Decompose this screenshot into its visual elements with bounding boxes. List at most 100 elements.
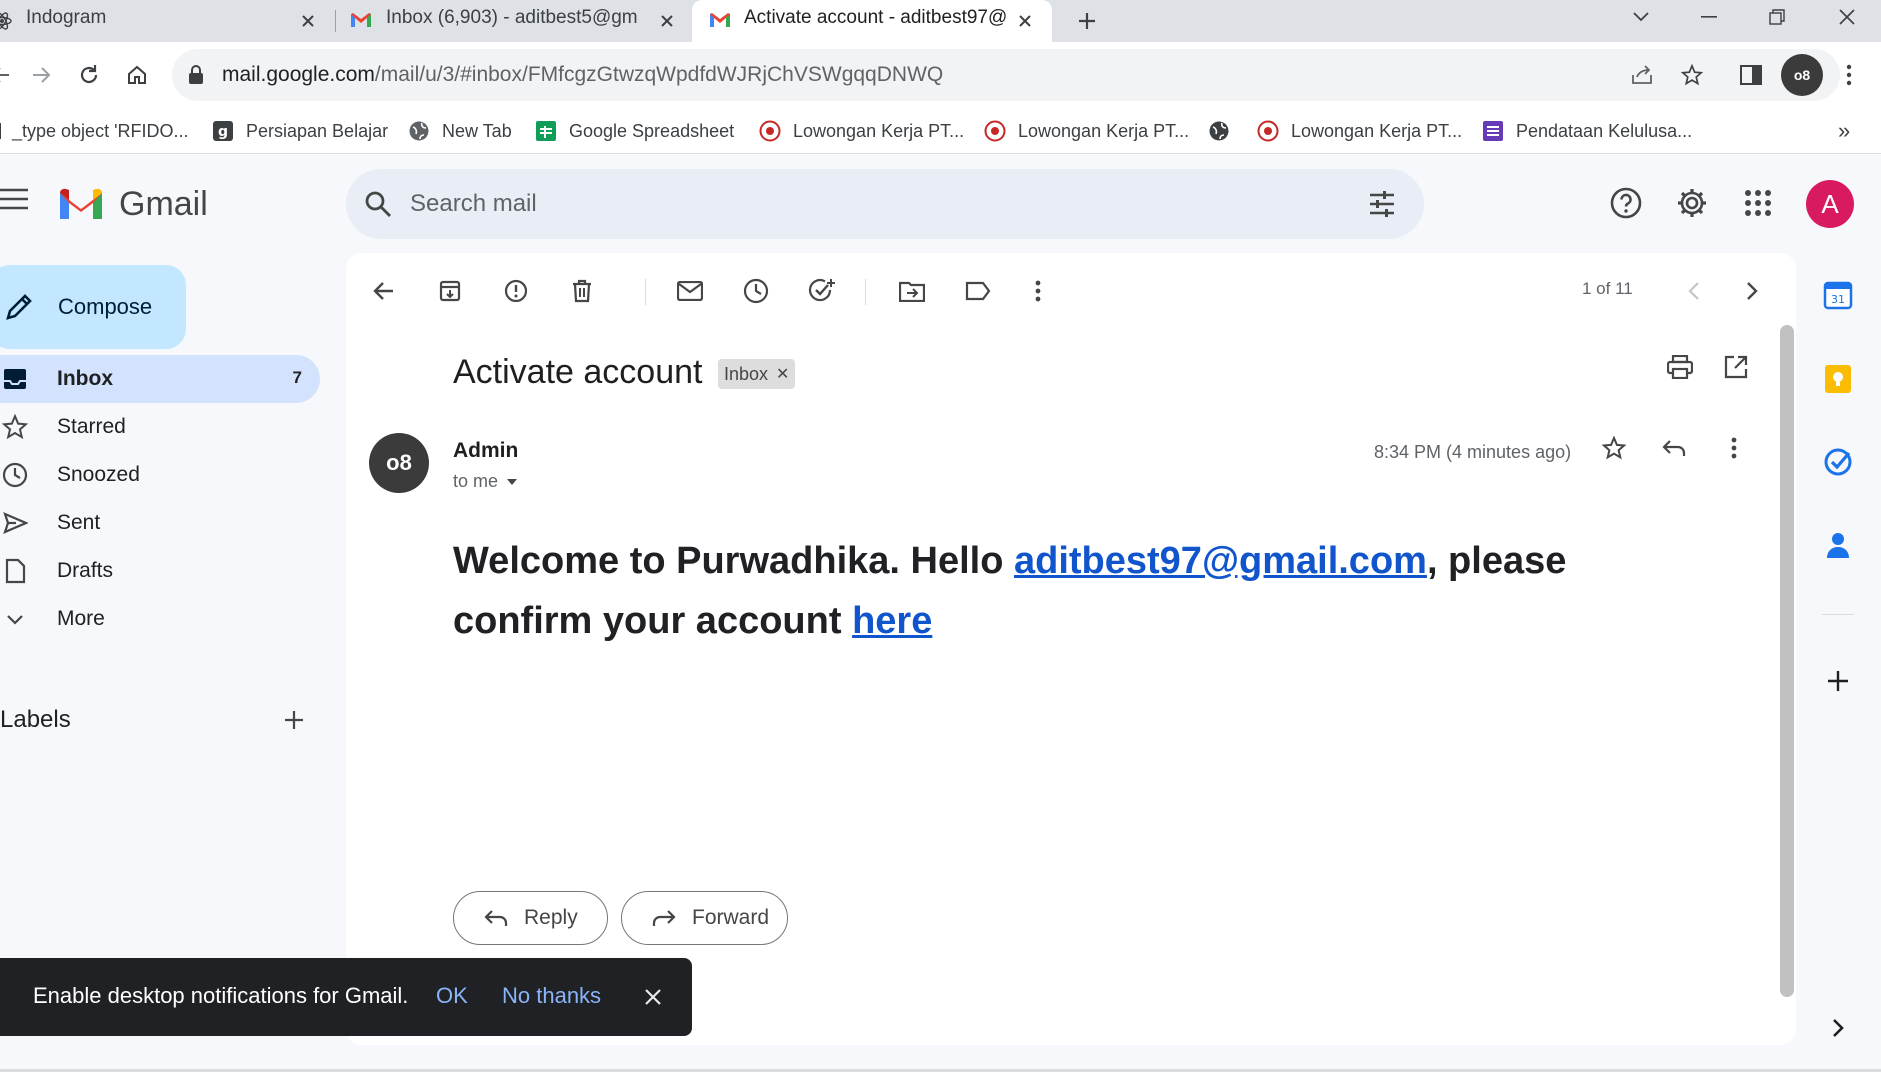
compose-button[interactable]: Compose: [0, 265, 186, 349]
search-options-icon[interactable]: [1368, 190, 1396, 218]
bookmarks-bar: _type object 'RFIDO... g Persiapan Belaj…: [0, 108, 1881, 154]
browser-toolbar: mail.google.com/mail/u/3/#inbox/FMfcgzGt…: [0, 42, 1881, 108]
search-bar[interactable]: [346, 169, 1424, 239]
back-icon[interactable]: [0, 56, 20, 94]
sidebar-nav: Inbox 7 Starred Snoozed Sent Drafts More: [0, 355, 320, 643]
add-addon-icon[interactable]: [1818, 661, 1858, 701]
bookmark-item[interactable]: Lowongan Kerja PT...: [984, 116, 1189, 146]
add-to-tasks-icon[interactable]: [804, 273, 840, 309]
tab-search-icon[interactable]: [1612, 0, 1670, 34]
url-host: mail.google.com: [222, 63, 375, 86]
settings-gear-icon[interactable]: [1672, 183, 1712, 223]
sidebar-item-starred[interactable]: Starred: [0, 403, 320, 451]
toast-no-thanks-button[interactable]: No thanks: [502, 983, 601, 1009]
window-close-icon[interactable]: [1818, 0, 1876, 34]
bookmark-star-icon[interactable]: [1678, 61, 1706, 89]
message-panel: 1 of 11 Activate account Inbox ✕ o8 Admi…: [346, 253, 1796, 1045]
address-bar[interactable]: mail.google.com/mail/u/3/#inbox/FMfcgzGt…: [172, 49, 1840, 101]
share-icon[interactable]: [1628, 61, 1656, 89]
more-actions-icon[interactable]: [1020, 273, 1056, 309]
newer-chevron-left-icon[interactable]: [1676, 273, 1712, 309]
delete-icon[interactable]: [564, 273, 600, 309]
more-bookmarks-button[interactable]: »: [1838, 116, 1850, 146]
print-icon[interactable]: [1662, 349, 1698, 385]
scrollbar-thumb[interactable]: [1780, 325, 1794, 997]
toast-close-icon[interactable]: [638, 982, 668, 1012]
show-side-panel-chevron-icon[interactable]: [1818, 1008, 1858, 1048]
star-icon: [0, 412, 30, 442]
confirm-link[interactable]: here: [852, 600, 932, 642]
open-in-new-window-icon[interactable]: [1718, 349, 1754, 385]
lock-icon[interactable]: [188, 65, 204, 85]
account-avatar[interactable]: A: [1806, 180, 1854, 228]
add-label-icon[interactable]: [278, 704, 310, 736]
mark-unread-icon[interactable]: [672, 273, 708, 309]
older-chevron-right-icon[interactable]: [1734, 273, 1770, 309]
tab-title: Inbox (6,903) - aditbest5@gmail.com: [386, 7, 638, 28]
main-menu-icon[interactable]: [0, 187, 30, 217]
restore-icon[interactable]: [1748, 0, 1806, 34]
sidebar-item-label: Snoozed: [57, 463, 140, 486]
sidebar-item-inbox[interactable]: Inbox 7: [0, 355, 320, 403]
side-panel-icon[interactable]: [1732, 56, 1770, 94]
bookmark-item[interactable]: [1208, 116, 1242, 146]
message-more-icon[interactable]: [1716, 430, 1752, 466]
tab-activate-account[interactable]: Activate account - aditbest97@gmail.com: [692, 0, 1052, 42]
sidebar-item-drafts[interactable]: Drafts: [0, 547, 320, 595]
forward-button[interactable]: Forward: [621, 891, 788, 945]
gmail-icon: [709, 11, 731, 29]
sidebar-item-snoozed[interactable]: Snoozed: [0, 451, 320, 499]
tab-inbox[interactable]: Inbox (6,903) - aditbest5@gmail.com: [336, 0, 686, 42]
tab-indogram[interactable]: Indogram: [0, 0, 335, 42]
job-icon: [759, 120, 781, 142]
apps-grid-icon[interactable]: [1738, 183, 1778, 223]
reply-button[interactable]: Reply: [453, 891, 608, 945]
sender-name[interactable]: Admin: [453, 439, 518, 463]
close-icon[interactable]: [297, 10, 319, 32]
close-icon[interactable]: [656, 10, 678, 32]
label-icon[interactable]: [960, 273, 996, 309]
help-icon[interactable]: [1606, 183, 1646, 223]
browser-menu-icon[interactable]: [1830, 56, 1868, 94]
bookmark-item[interactable]: g Persiapan Belajar: [212, 116, 388, 146]
bookmark-item[interactable]: Pendataan Kelulusa...: [1482, 116, 1692, 146]
profile-avatar[interactable]: o8: [1781, 54, 1823, 96]
chevron-down-icon: [0, 604, 30, 634]
star-message-icon[interactable]: [1596, 430, 1632, 466]
close-icon[interactable]: [1014, 10, 1036, 32]
reply-icon[interactable]: [1656, 430, 1692, 466]
report-spam-icon[interactable]: [498, 273, 534, 309]
globe-icon: [1208, 120, 1230, 142]
bookmark-item[interactable]: Google Spreadsheet: [535, 116, 734, 146]
back-to-inbox-icon[interactable]: [366, 273, 402, 309]
bookmark-item[interactable]: Lowongan Kerja PT...: [1257, 116, 1462, 146]
home-icon[interactable]: [118, 56, 156, 94]
bookmark-item[interactable]: _type object 'RFIDO...: [0, 116, 189, 146]
remove-label-icon[interactable]: ✕: [776, 364, 789, 384]
inbox-label-chip: Inbox ✕: [718, 359, 796, 389]
archive-icon[interactable]: [432, 273, 468, 309]
keep-icon[interactable]: [1818, 359, 1858, 399]
sidebar-item-more[interactable]: More: [0, 595, 320, 643]
contacts-icon[interactable]: [1818, 525, 1858, 565]
tasks-icon[interactable]: [1818, 442, 1858, 482]
new-tab-button[interactable]: [1070, 4, 1104, 38]
bookmark-item[interactable]: New Tab: [408, 116, 512, 146]
calendar-icon[interactable]: 31: [1818, 275, 1858, 315]
toast-ok-button[interactable]: OK: [436, 983, 468, 1009]
search-input[interactable]: [410, 183, 1310, 225]
forward-icon[interactable]: [22, 56, 60, 94]
reload-icon[interactable]: [70, 56, 108, 94]
bookmark-item[interactable]: Lowongan Kerja PT...: [759, 116, 964, 146]
snooze-icon[interactable]: [738, 273, 774, 309]
sender-avatar[interactable]: o8: [369, 433, 429, 493]
gmail-logo[interactable]: Gmail: [57, 185, 208, 224]
recipient-details[interactable]: to me: [453, 471, 518, 492]
sidebar-item-sent[interactable]: Sent: [0, 499, 320, 547]
minimize-icon[interactable]: [1680, 0, 1738, 34]
tab-title: Indogram: [26, 7, 107, 28]
search-icon[interactable]: [364, 190, 392, 218]
move-to-icon[interactable]: [894, 273, 930, 309]
email-link[interactable]: aditbest97@gmail.com: [1014, 540, 1427, 582]
svg-text:g: g: [218, 124, 228, 140]
